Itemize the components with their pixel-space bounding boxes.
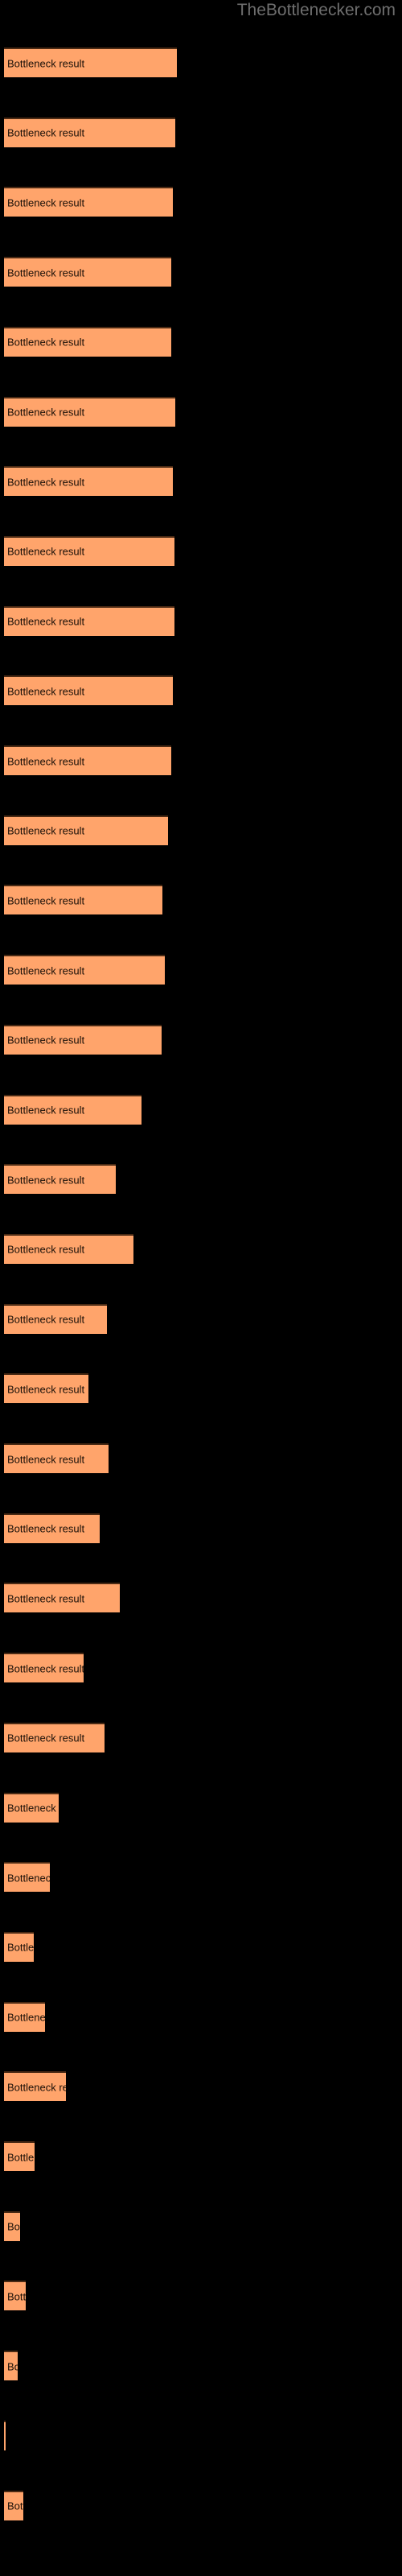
bar-label: Bottleneck result <box>7 685 85 698</box>
bar-label: Bottleneck result <box>7 755 85 767</box>
bar-label: Bottleneck result <box>7 2360 18 2373</box>
bar-28[interactable]: Bottleneck result <box>4 2001 45 2032</box>
bar-label: Bottleneck result <box>7 1662 84 1675</box>
bar-1[interactable]: Bottleneck result <box>4 117 175 147</box>
bar-label: Bottleneck result <box>7 266 85 279</box>
bar-26[interactable]: Bottleneck result <box>4 1862 50 1893</box>
bar-30[interactable]: Bottleneck result <box>4 2141 35 2171</box>
bar-15[interactable]: Bottleneck result <box>4 1094 142 1125</box>
bar-label: Bottleneck result <box>7 1592 85 1605</box>
bar-29[interactable]: Bottleneck result <box>4 2071 66 2102</box>
bar-6[interactable]: Bottleneck result <box>4 466 173 497</box>
bar-label: Bottleneck result <box>7 1243 85 1256</box>
bar-22[interactable]: Bottleneck result <box>4 1583 120 1613</box>
bar-label: Bottleneck result <box>7 1383 85 1396</box>
bar-label: Bottleneck result <box>7 1941 34 1954</box>
bar-7[interactable]: Bottleneck result <box>4 535 174 566</box>
bar-label: Bottleneck result <box>7 196 85 209</box>
bar-21[interactable]: Bottleneck result <box>4 1513 100 1543</box>
bar-11[interactable]: Bottleneck result <box>4 815 168 845</box>
bar-label: Bottleneck result <box>7 894 85 907</box>
bar-label: Bottleneck result <box>7 1313 85 1326</box>
bar-label: Bottleneck result <box>7 336 85 349</box>
bar-label: Bottleneck result <box>7 615 85 628</box>
bar-label: Bottleneck result <box>7 57 85 69</box>
bar-chart-plot-area: Bottleneck result Bottleneck result Bottle… <box>0 0 402 2576</box>
bar-8[interactable]: Bottleneck result <box>4 605 174 636</box>
bar-label: Bottleneck result <box>7 1732 85 1744</box>
bar-17[interactable]: Bottleneck result <box>4 1233 133 1264</box>
bar-32[interactable]: Bottleneck result <box>4 2281 26 2311</box>
bar-label: Bottleneck result <box>7 126 85 139</box>
bar-27[interactable]: Bottleneck result <box>4 1931 34 1962</box>
bar-label: Bottleneck result <box>7 2290 26 2303</box>
bar-25[interactable]: Bottleneck result <box>4 1792 59 1823</box>
bar-label: Bottleneck result <box>7 1522 85 1535</box>
bar-0[interactable]: Bottleneck result <box>4 47 177 77</box>
bar-label: Bottleneck result <box>7 476 85 489</box>
bar-35[interactable]: Bottleneck result <box>4 2490 23 2520</box>
bar-9[interactable]: Bottleneck result <box>4 675 173 706</box>
bar-13[interactable]: Bottleneck result <box>4 955 165 985</box>
bar-label: Bottleneck result <box>7 2011 45 2024</box>
bar-label: Bottleneck result <box>7 2500 23 2512</box>
bar-label: Bottleneck result <box>7 406 85 419</box>
bar-33[interactable]: Bottleneck result <box>4 2351 18 2381</box>
bar-label: Bottleneck result <box>7 2151 35 2163</box>
bar-label: Bottleneck result <box>7 824 85 837</box>
bar-label: Bottleneck result <box>7 1174 85 1187</box>
bar-label: Bottleneck result <box>7 545 85 558</box>
bar-24[interactable]: Bottleneck result <box>4 1722 105 1752</box>
bar-label: Bottleneck result <box>7 1453 85 1465</box>
bar-19[interactable]: Bottleneck result <box>4 1373 88 1404</box>
bar-23[interactable]: Bottleneck result <box>4 1653 84 1683</box>
bar-label: Bottleneck result <box>7 1104 85 1117</box>
bar-label: Bottleneck result <box>7 1034 85 1046</box>
bar-10[interactable]: Bottleneck result <box>4 745 171 775</box>
bar-3[interactable]: Bottleneck result <box>4 257 171 287</box>
bar-label: Bottleneck result <box>7 2081 66 2094</box>
bar-12[interactable]: Bottleneck result <box>4 885 162 915</box>
bar-label: Bottleneck result <box>7 2220 20 2233</box>
bottleneck-chart-page: TheBottlenecker.com Bottleneck result Bot… <box>0 0 402 2576</box>
bar-16[interactable]: Bottleneck result <box>4 1164 116 1195</box>
bar-5[interactable]: Bottleneck result <box>4 396 175 427</box>
bar-31[interactable]: Bottleneck result <box>4 2211 20 2241</box>
bar-4[interactable]: Bottleneck result <box>4 326 171 357</box>
bar-2[interactable]: Bottleneck result <box>4 187 173 217</box>
bar-label: Bottleneck result <box>7 1802 59 1814</box>
bar-label: Bottleneck result <box>7 964 85 977</box>
bar-label: Bottleneck result <box>7 1872 50 1885</box>
bar-14[interactable]: Bottleneck result <box>4 1024 162 1055</box>
bar-20[interactable]: Bottleneck result <box>4 1443 109 1473</box>
bar-18[interactable]: Bottleneck result <box>4 1303 107 1334</box>
bar-34[interactable]: Bottleneck result <box>4 2420 6 2450</box>
